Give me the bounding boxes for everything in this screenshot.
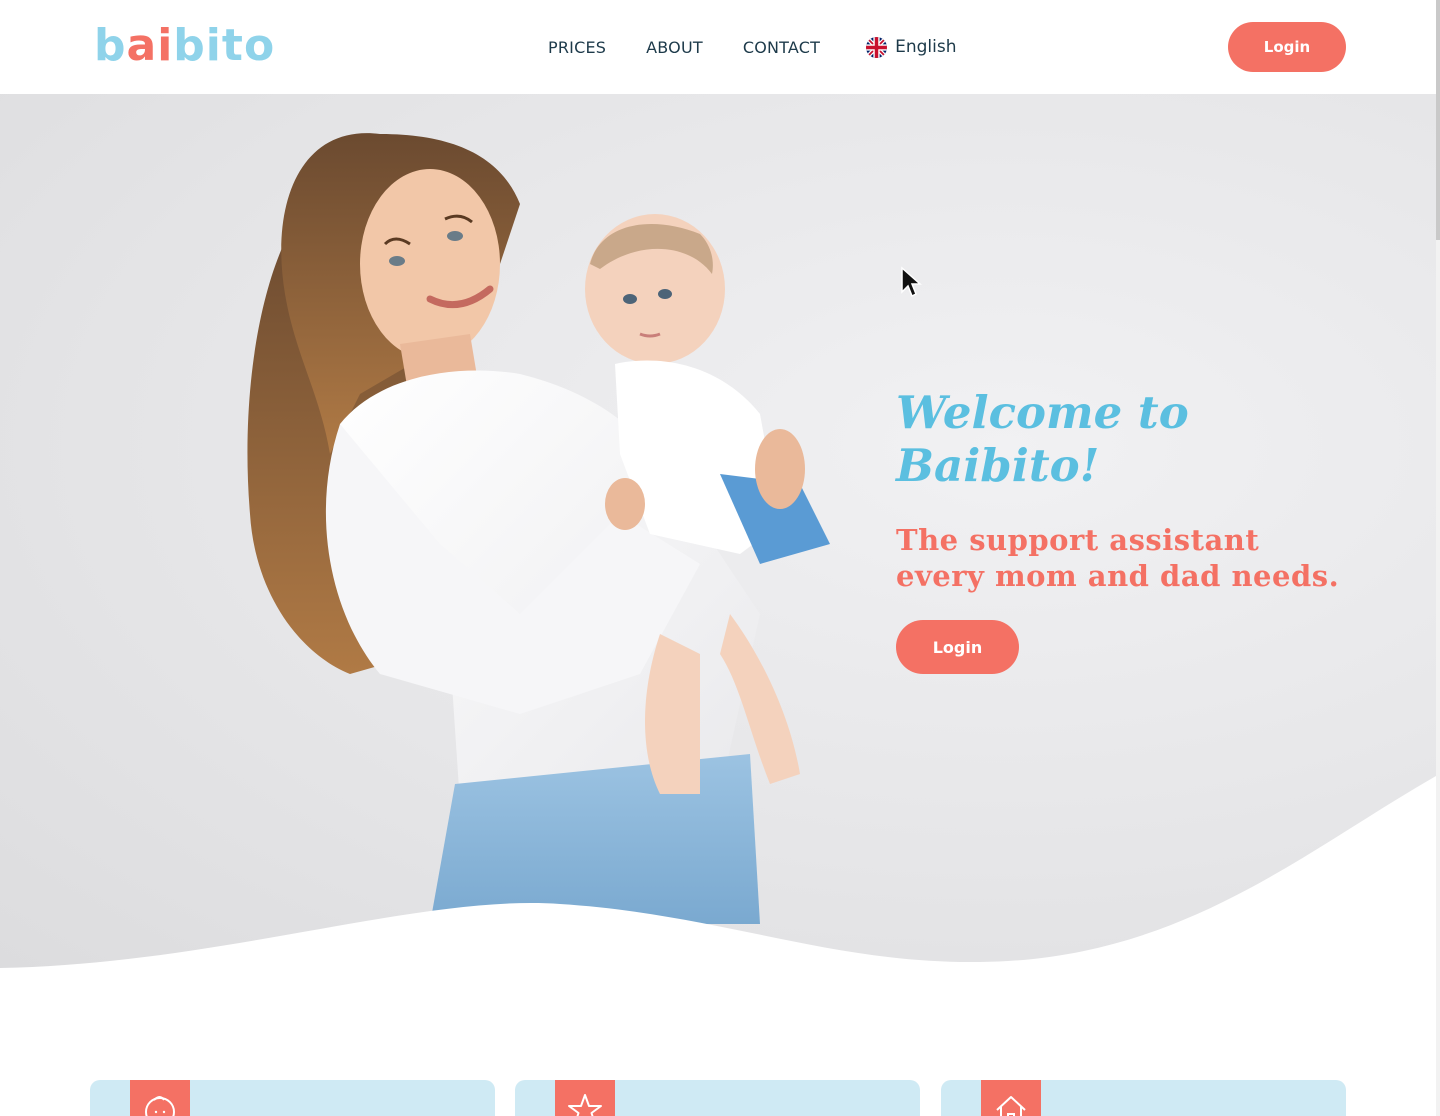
nav-prices[interactable]: PRICES <box>548 38 606 57</box>
feature-card[interactable] <box>90 1080 495 1116</box>
site-header: b a i b i t o PRICES ABOUT CONTACT Engli… <box>0 0 1436 94</box>
hero-login-button[interactable]: Login <box>896 620 1019 674</box>
baby-face-icon <box>145 1096 175 1116</box>
hero-text-block: Welcome to Baibito! The support assistan… <box>896 386 1356 674</box>
main-nav: PRICES ABOUT CONTACT English <box>548 0 957 94</box>
star-icon <box>568 1094 602 1116</box>
nav-contact[interactable]: CONTACT <box>743 38 820 57</box>
home-icon <box>996 1096 1026 1116</box>
header-login-button[interactable]: Login <box>1228 22 1346 72</box>
feature-icon-box <box>555 1080 615 1116</box>
feature-icon-box <box>130 1080 190 1116</box>
logo-letter: b <box>173 20 206 71</box>
logo-letter: t <box>221 20 244 71</box>
feature-cards <box>90 1080 1346 1116</box>
hero-title: Welcome to Baibito! <box>896 386 1189 492</box>
hero-section: Welcome to Baibito! The support assistan… <box>0 94 1436 974</box>
scrollbar-thumb[interactable] <box>1436 0 1440 240</box>
logo-letter: a <box>126 20 158 71</box>
feature-card[interactable] <box>515 1080 920 1116</box>
baibito-logo[interactable]: b a i b i t o <box>94 22 275 68</box>
feature-icon-box <box>981 1080 1041 1116</box>
language-label: English <box>895 37 957 57</box>
mouse-cursor-icon <box>901 266 922 298</box>
page-scrollbar[interactable] <box>1436 0 1440 1116</box>
language-selector[interactable]: English <box>866 36 957 58</box>
feature-card[interactable] <box>941 1080 1346 1116</box>
logo-letter: o <box>243 20 276 71</box>
nav-about[interactable]: ABOUT <box>646 38 703 57</box>
hero-subtitle: The support assistant every mom and dad … <box>896 523 1340 593</box>
logo-letter: b <box>94 20 127 71</box>
logo-letter: i <box>157 20 174 71</box>
uk-flag-icon <box>866 36 888 58</box>
logo-letter: i <box>205 20 222 71</box>
